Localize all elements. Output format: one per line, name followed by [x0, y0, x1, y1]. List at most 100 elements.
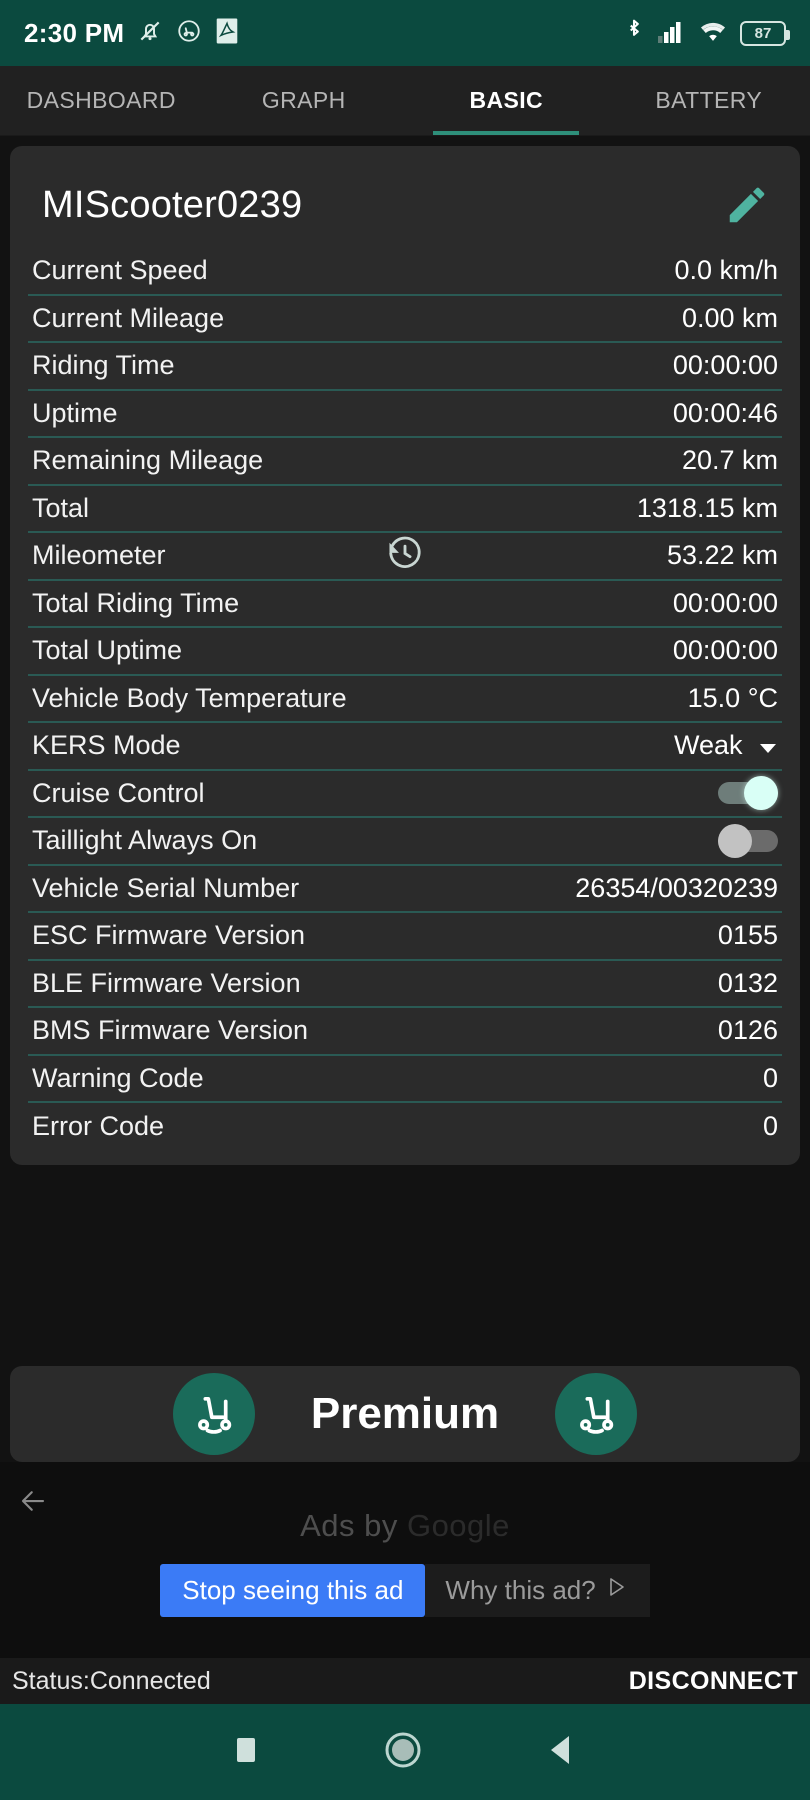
- table-row[interactable]: Total 1318.15 km: [28, 486, 782, 533]
- row-value: 0.0 km/h: [674, 255, 778, 286]
- wifi-icon: [699, 19, 727, 48]
- tab-graph-label: GRAPH: [261, 87, 346, 113]
- main-content: MIScooter0239 Current Speed 0.0 km/h Cur…: [0, 136, 810, 1354]
- row-value: 0155: [717, 920, 778, 951]
- row-label: BLE Firmware Version: [32, 967, 301, 998]
- google-ad-overlay: Ads by Google Stop seeing this ad Why th…: [0, 1462, 810, 1658]
- row-label: Uptime: [32, 397, 118, 428]
- status-badge: Status:Connected: [12, 1666, 211, 1695]
- ads-by-google-label: Ads by Google: [0, 1508, 810, 1544]
- row-value: 0126: [717, 1015, 778, 1046]
- tab-battery-label: BATTERY: [655, 87, 763, 113]
- row-value: 20.7 km: [681, 445, 778, 476]
- table-row[interactable]: Vehicle Serial Number 26354/00320239: [28, 866, 782, 913]
- table-row[interactable]: Current Speed 0.0 km/h: [28, 248, 782, 296]
- stop-seeing-this-ad-button[interactable]: Stop seeing this ad: [160, 1564, 426, 1617]
- table-row[interactable]: Total Riding Time 00:00:00: [28, 581, 782, 628]
- table-row[interactable]: Vehicle Body Temperature 15.0 °C: [28, 676, 782, 723]
- tab-basic[interactable]: BASIC: [405, 66, 608, 135]
- table-row-kers-mode[interactable]: KERS Mode Weak: [28, 723, 782, 771]
- scooter-icon-left: [172, 1373, 255, 1455]
- row-label: Error Code: [32, 1111, 165, 1142]
- tab-graph[interactable]: GRAPH: [203, 66, 406, 135]
- status-bar-left-group: 2:30 PM: [24, 18, 239, 49]
- table-row[interactable]: Warning Code 0: [28, 1056, 782, 1103]
- row-value: 00:00:46: [672, 397, 778, 428]
- tab-bar: DASHBOARD GRAPH BASIC BATTERY: [0, 66, 810, 136]
- android-nav-bar: [0, 1704, 810, 1800]
- battery-indicator: 87: [740, 20, 790, 46]
- row-value: 00:00:00: [672, 350, 778, 381]
- tab-battery[interactable]: BATTERY: [608, 66, 810, 135]
- google-wordmark: Google: [406, 1508, 510, 1543]
- history-icon[interactable]: [386, 534, 424, 577]
- connection-status-bar: Status:Connected DISCONNECT: [0, 1658, 810, 1704]
- row-value: 0: [762, 1062, 778, 1093]
- premium-label: Premium: [310, 1389, 500, 1438]
- toggle-thumb: [718, 823, 752, 858]
- row-label: Remaining Mileage: [32, 445, 264, 476]
- ads-by-prefix: Ads by: [300, 1508, 407, 1543]
- row-value: 0.00 km: [681, 302, 778, 333]
- cruise-control-toggle[interactable]: [702, 776, 778, 811]
- table-row[interactable]: Current Mileage 0.00 km: [28, 296, 782, 343]
- ad-actions-group: Stop seeing this ad Why this ad?: [0, 1564, 810, 1617]
- table-row[interactable]: Total Uptime 00:00:00: [28, 628, 782, 676]
- kers-mode-value: Weak: [673, 730, 743, 761]
- disconnect-button[interactable]: DISCONNECT: [629, 1667, 798, 1696]
- status-bar-right-group: 87: [623, 18, 790, 49]
- cellular-signal-icon: [658, 19, 686, 48]
- table-row-cruise-control[interactable]: Cruise Control: [28, 771, 782, 818]
- pencil-icon[interactable]: [724, 182, 770, 228]
- table-row-taillight-always-on[interactable]: Taillight Always On: [28, 818, 782, 866]
- row-label: BMS Firmware Version: [32, 1015, 309, 1046]
- android-status-bar: 2:30 PM 87: [0, 0, 810, 66]
- table-row[interactable]: ESC Firmware Version 0155: [28, 913, 782, 961]
- row-label: Current Mileage: [32, 302, 225, 333]
- table-row-mileometer[interactable]: Mileometer 53.22 km: [28, 533, 782, 581]
- why-this-ad-label: Why this ad?: [445, 1575, 596, 1605]
- scooter-icon-right: [555, 1373, 638, 1455]
- row-value: 26354/00320239: [575, 872, 778, 903]
- table-row[interactable]: Riding Time 00:00:00: [28, 343, 782, 391]
- triangle-left-icon[interactable]: [545, 1732, 579, 1773]
- row-label: Vehicle Body Temperature: [32, 682, 347, 713]
- battery-percent-label: 87: [754, 24, 772, 42]
- tab-basic-label: BASIC: [469, 87, 544, 113]
- table-row[interactable]: BLE Firmware Version 0132: [28, 961, 782, 1008]
- row-label: Cruise Control: [32, 777, 205, 808]
- row-value: 00:00:00: [672, 587, 778, 618]
- row-label: KERS Mode: [32, 730, 181, 761]
- square-icon[interactable]: [231, 1733, 261, 1772]
- circle-icon[interactable]: [381, 1728, 425, 1777]
- row-label: Vehicle Serial Number: [32, 872, 300, 903]
- row-label: Mileometer: [32, 540, 166, 571]
- row-label: Total Uptime: [32, 635, 183, 666]
- kers-mode-select[interactable]: Weak: [674, 730, 778, 761]
- status-bar-clock: 2:30 PM: [24, 17, 125, 48]
- device-header: MIScooter0239: [28, 146, 782, 248]
- tab-dashboard-label: DASHBOARD: [26, 87, 176, 113]
- basic-info-card: MIScooter0239 Current Speed 0.0 km/h Cur…: [10, 146, 800, 1165]
- page-title: MIScooter0239: [42, 183, 303, 226]
- row-label: Current Speed: [32, 255, 208, 286]
- pdf-icon: [215, 18, 239, 49]
- tab-dashboard[interactable]: DASHBOARD: [0, 66, 203, 135]
- table-row[interactable]: Remaining Mileage 20.7 km: [28, 438, 782, 486]
- premium-banner[interactable]: Premium: [10, 1366, 800, 1462]
- row-value: 00:00:00: [672, 635, 778, 666]
- arrow-left-icon[interactable]: [16, 1486, 50, 1521]
- row-value: 0: [762, 1111, 778, 1142]
- adchoices-icon: [606, 1575, 630, 1606]
- chevron-down-icon: [758, 730, 778, 761]
- row-label: Taillight Always On: [32, 825, 258, 856]
- why-this-ad-button[interactable]: Why this ad?: [425, 1564, 650, 1617]
- taillight-always-on-toggle[interactable]: [702, 823, 778, 858]
- row-value: 1318.15 km: [636, 492, 778, 523]
- table-row[interactable]: Uptime 00:00:46: [28, 391, 782, 438]
- row-value: 0132: [717, 967, 778, 998]
- table-row[interactable]: BMS Firmware Version 0126: [28, 1008, 782, 1056]
- table-row[interactable]: Error Code 0: [28, 1103, 782, 1151]
- row-value: 53.22 km: [666, 540, 778, 571]
- row-label: Total Riding Time: [32, 587, 240, 618]
